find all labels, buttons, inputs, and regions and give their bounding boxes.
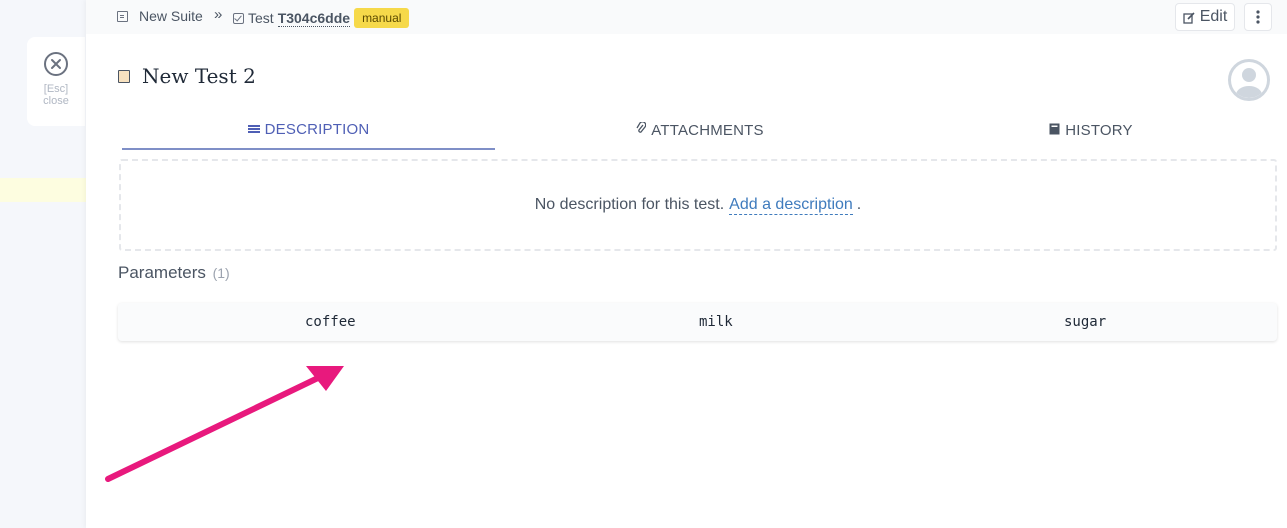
close-circle-icon bbox=[44, 52, 68, 76]
breadcrumb-separator: » bbox=[214, 6, 223, 23]
breadcrumb-suite[interactable]: New Suite bbox=[117, 8, 203, 24]
tab-description-label: DESCRIPTION bbox=[264, 120, 370, 138]
paperclip-icon bbox=[636, 120, 647, 139]
test-title-row: New Test 2 bbox=[118, 64, 256, 88]
test-prefix: Test bbox=[248, 10, 274, 26]
close-label: close bbox=[43, 95, 69, 107]
description-empty-text: No description for this test. bbox=[534, 196, 725, 213]
breadcrumb: New Suite » Test T304c6dde manual Edit bbox=[86, 0, 1287, 34]
breadcrumb-test: Test T304c6dde manual bbox=[233, 8, 410, 28]
edit-icon bbox=[1183, 11, 1195, 24]
test-detail-panel: New Suite » Test T304c6dde manual Edit N bbox=[86, 0, 1287, 528]
test-id[interactable]: T304c6dde bbox=[277, 10, 351, 27]
kebab-menu-icon bbox=[1256, 10, 1260, 24]
tab-description[interactable]: DESCRIPTION bbox=[122, 110, 495, 150]
parameters-title: Parameters bbox=[118, 263, 206, 282]
test-icon bbox=[118, 69, 130, 83]
close-button[interactable]: [Esc] close bbox=[27, 37, 85, 126]
edit-label: Edit bbox=[1199, 8, 1228, 25]
tab-attachments-label: ATTACHMENTS bbox=[651, 121, 764, 139]
parameters-count: (1) bbox=[212, 265, 230, 281]
description-trailing: . bbox=[856, 196, 862, 213]
tab-attachments[interactable]: ATTACHMENTS bbox=[495, 110, 905, 150]
parameters-table: coffee milk sugar bbox=[118, 303, 1277, 341]
edit-button[interactable]: Edit bbox=[1175, 3, 1235, 31]
avatar[interactable] bbox=[1228, 59, 1270, 101]
more-options-button[interactable] bbox=[1244, 3, 1272, 31]
suite-label: New Suite bbox=[139, 8, 203, 24]
tab-bar: DESCRIPTION ATTACHMENTS HISTORY bbox=[122, 110, 1277, 150]
manual-badge: manual bbox=[354, 8, 410, 28]
description-empty-box: No description for this test. Add a desc… bbox=[119, 159, 1277, 251]
checkbox-icon bbox=[233, 12, 244, 24]
selected-row-highlight bbox=[0, 178, 86, 202]
list-icon bbox=[247, 121, 260, 138]
user-icon bbox=[1236, 68, 1262, 98]
parameter-column-header: sugar bbox=[1064, 314, 1107, 330]
parameter-column-header: milk bbox=[699, 314, 733, 330]
close-key-hint: [Esc] bbox=[43, 83, 69, 95]
tab-history[interactable]: HISTORY bbox=[905, 110, 1277, 150]
add-description-link[interactable]: Add a description bbox=[729, 196, 853, 215]
suite-icon bbox=[117, 10, 128, 22]
page-title: New Test 2 bbox=[142, 64, 256, 88]
tab-history-label: HISTORY bbox=[1065, 121, 1133, 139]
parameter-column-header: coffee bbox=[305, 314, 356, 330]
book-icon bbox=[1049, 122, 1060, 139]
parameters-heading: Parameters (1) bbox=[118, 263, 230, 283]
